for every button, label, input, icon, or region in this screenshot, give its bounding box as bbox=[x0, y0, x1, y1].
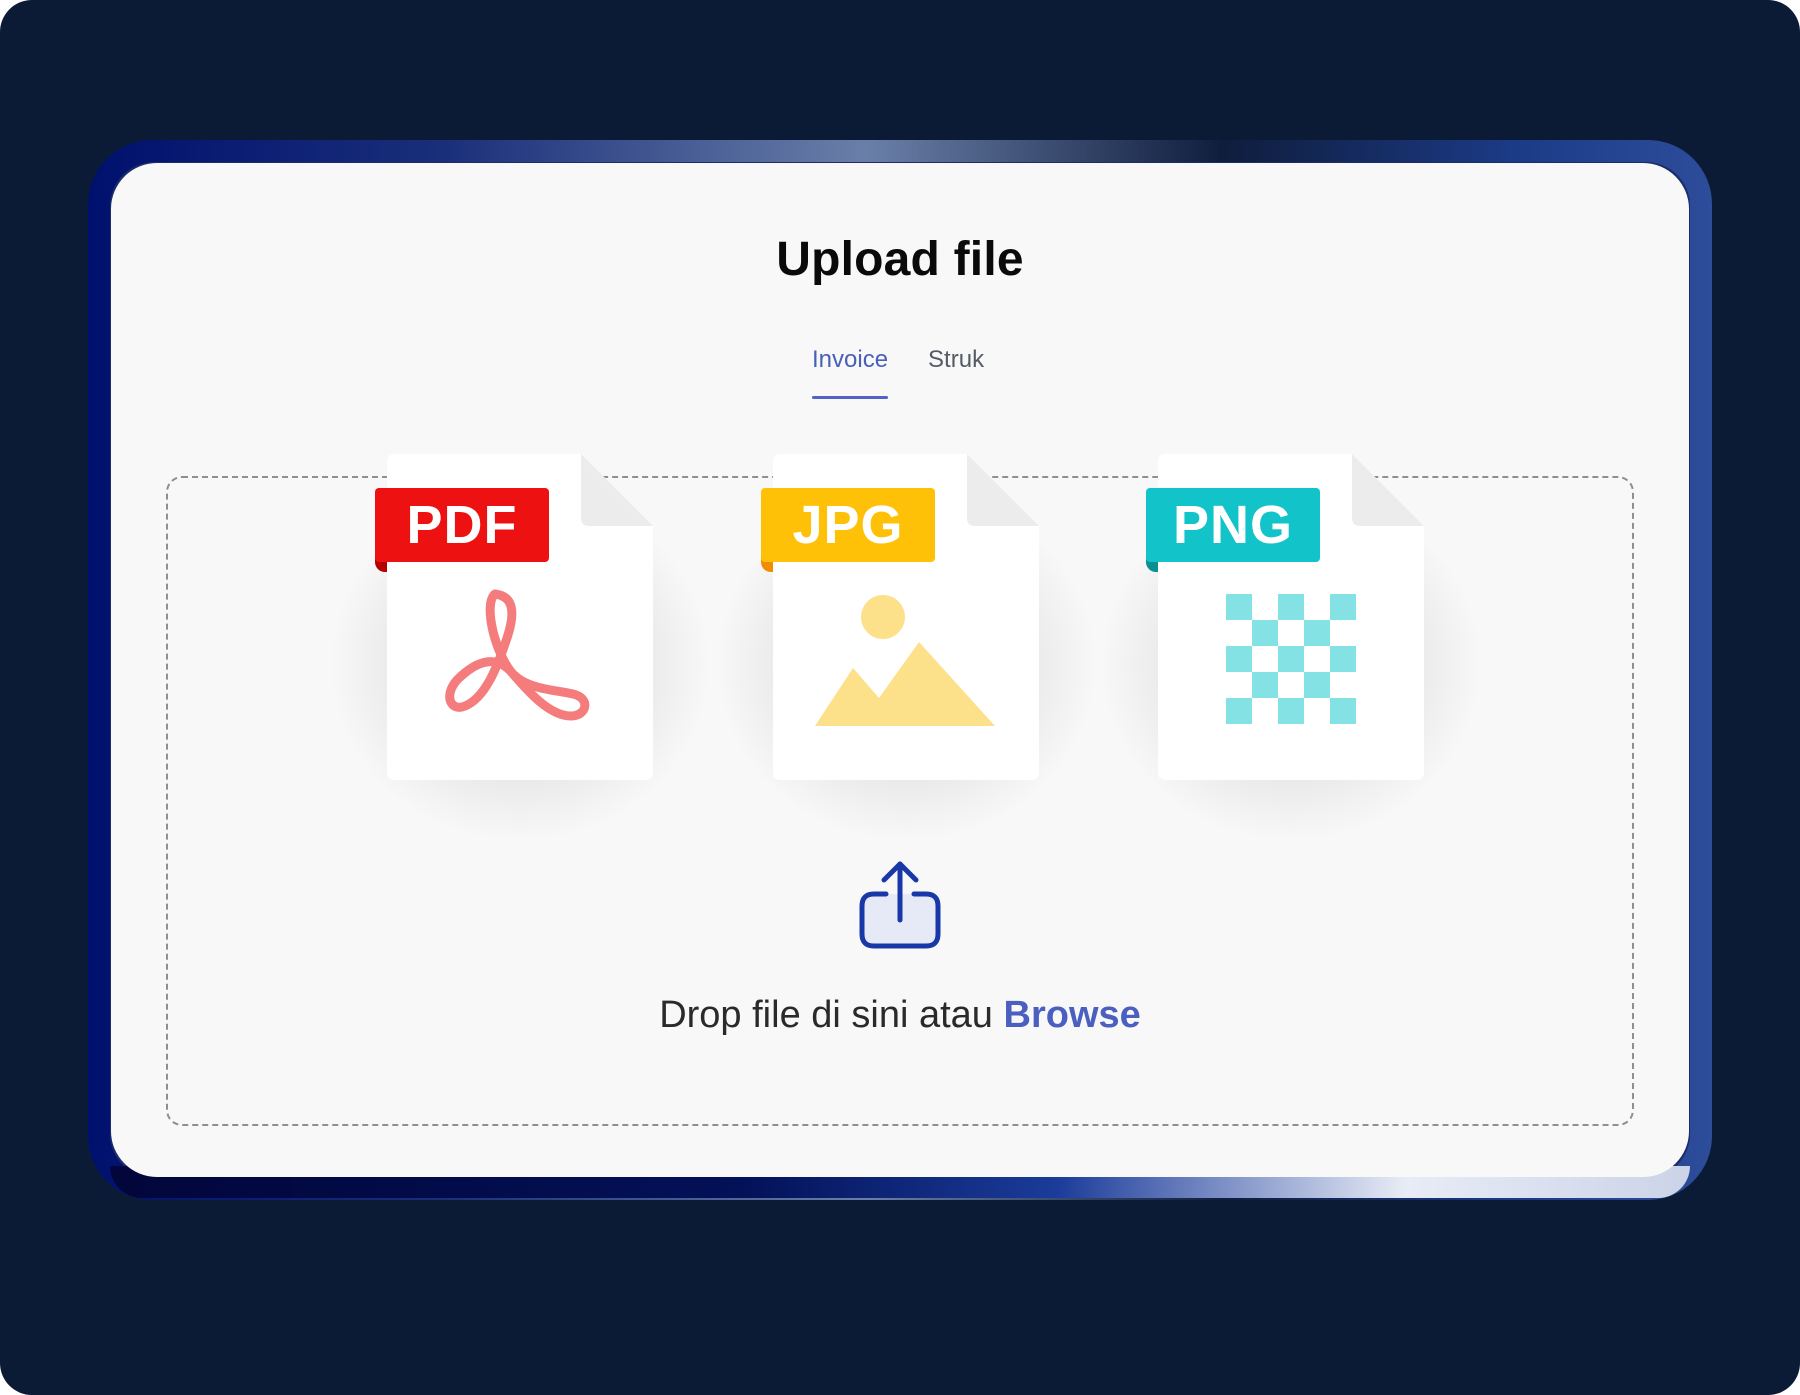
file-type-jpg: JPG bbox=[713, 454, 1099, 844]
tab-invoice[interactable]: Invoice bbox=[812, 346, 889, 402]
tab-struk[interactable]: Struk bbox=[928, 346, 984, 402]
file-type-badge: PNG bbox=[1146, 488, 1320, 562]
file-type-badge: PDF bbox=[375, 488, 549, 562]
tab-active-indicator bbox=[812, 396, 889, 399]
tab-bar: Invoice Struk bbox=[812, 346, 984, 406]
drop-text: Drop file di sini atau bbox=[659, 994, 993, 1036]
file-type-pdf: PDF bbox=[327, 454, 713, 844]
browse-link[interactable]: Browse bbox=[1004, 994, 1141, 1036]
checkerboard-icon bbox=[1226, 594, 1356, 724]
upload-icon[interactable] bbox=[856, 858, 944, 950]
file-type-png: PNG bbox=[1098, 454, 1484, 844]
page-title: Upload file bbox=[776, 233, 1024, 286]
drop-instructions: Drop file di sini atau Browse bbox=[0, 994, 1800, 1037]
tab-struk-label: Struk bbox=[928, 346, 985, 373]
tab-invoice-label: Invoice bbox=[812, 346, 889, 373]
file-type-badge: JPG bbox=[761, 488, 935, 562]
